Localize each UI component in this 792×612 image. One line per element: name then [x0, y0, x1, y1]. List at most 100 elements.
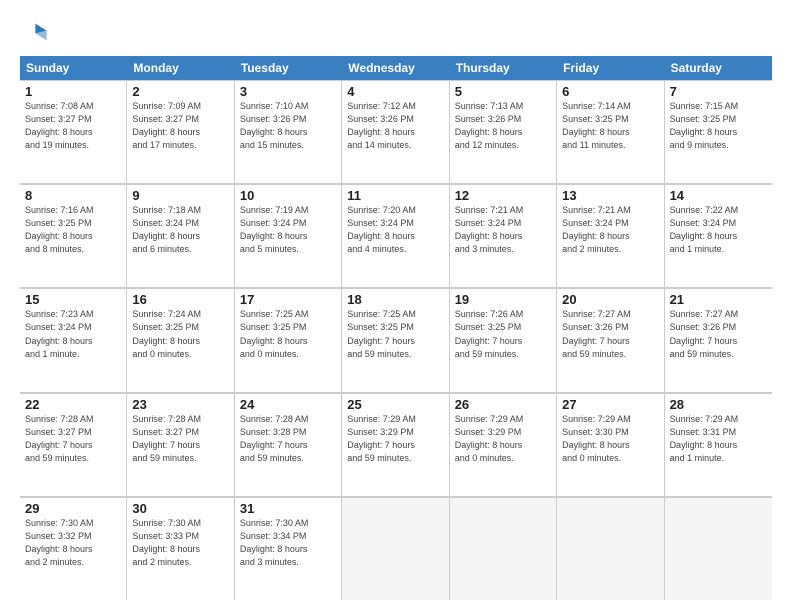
day-number: 27	[562, 397, 658, 412]
calendar-cell: 4Sunrise: 7:12 AMSunset: 3:26 PMDaylight…	[342, 80, 449, 183]
day-info: Sunrise: 7:21 AMSunset: 3:24 PMDaylight:…	[562, 204, 658, 256]
header-day: Friday	[557, 56, 664, 80]
day-info: Sunrise: 7:30 AMSunset: 3:34 PMDaylight:…	[240, 517, 336, 569]
calendar-cell: 5Sunrise: 7:13 AMSunset: 3:26 PMDaylight…	[450, 80, 557, 183]
day-info: Sunrise: 7:16 AMSunset: 3:25 PMDaylight:…	[25, 204, 121, 256]
calendar-cell: 29Sunrise: 7:30 AMSunset: 3:32 PMDayligh…	[20, 497, 127, 600]
logo-icon	[20, 18, 48, 46]
day-info: Sunrise: 7:19 AMSunset: 3:24 PMDaylight:…	[240, 204, 336, 256]
calendar-week: 8Sunrise: 7:16 AMSunset: 3:25 PMDaylight…	[20, 184, 772, 288]
calendar-header: SundayMondayTuesdayWednesdayThursdayFrid…	[20, 56, 772, 80]
calendar-cell: 9Sunrise: 7:18 AMSunset: 3:24 PMDaylight…	[127, 184, 234, 287]
header-day: Saturday	[665, 56, 772, 80]
day-info: Sunrise: 7:26 AMSunset: 3:25 PMDaylight:…	[455, 308, 551, 360]
calendar-cell: 1Sunrise: 7:08 AMSunset: 3:27 PMDaylight…	[20, 80, 127, 183]
calendar-cell: 19Sunrise: 7:26 AMSunset: 3:25 PMDayligh…	[450, 288, 557, 391]
day-info: Sunrise: 7:12 AMSunset: 3:26 PMDaylight:…	[347, 100, 443, 152]
header-day: Sunday	[20, 56, 127, 80]
day-number: 13	[562, 188, 658, 203]
calendar-cell: 14Sunrise: 7:22 AMSunset: 3:24 PMDayligh…	[665, 184, 772, 287]
day-info: Sunrise: 7:25 AMSunset: 3:25 PMDaylight:…	[347, 308, 443, 360]
day-number: 8	[25, 188, 121, 203]
calendar-cell: 3Sunrise: 7:10 AMSunset: 3:26 PMDaylight…	[235, 80, 342, 183]
calendar-cell: 11Sunrise: 7:20 AMSunset: 3:24 PMDayligh…	[342, 184, 449, 287]
calendar-week: 22Sunrise: 7:28 AMSunset: 3:27 PMDayligh…	[20, 393, 772, 497]
day-info: Sunrise: 7:22 AMSunset: 3:24 PMDaylight:…	[670, 204, 767, 256]
day-number: 28	[670, 397, 767, 412]
calendar-cell	[665, 497, 772, 600]
day-number: 5	[455, 84, 551, 99]
day-info: Sunrise: 7:27 AMSunset: 3:26 PMDaylight:…	[670, 308, 767, 360]
calendar-cell: 18Sunrise: 7:25 AMSunset: 3:25 PMDayligh…	[342, 288, 449, 391]
header-day: Tuesday	[235, 56, 342, 80]
calendar-cell: 26Sunrise: 7:29 AMSunset: 3:29 PMDayligh…	[450, 393, 557, 496]
day-number: 26	[455, 397, 551, 412]
calendar: SundayMondayTuesdayWednesdayThursdayFrid…	[20, 56, 772, 600]
calendar-week: 1Sunrise: 7:08 AMSunset: 3:27 PMDaylight…	[20, 80, 772, 184]
calendar-cell: 13Sunrise: 7:21 AMSunset: 3:24 PMDayligh…	[557, 184, 664, 287]
day-info: Sunrise: 7:28 AMSunset: 3:27 PMDaylight:…	[25, 413, 121, 465]
day-number: 30	[132, 501, 228, 516]
calendar-cell: 7Sunrise: 7:15 AMSunset: 3:25 PMDaylight…	[665, 80, 772, 183]
calendar-week: 29Sunrise: 7:30 AMSunset: 3:32 PMDayligh…	[20, 497, 772, 600]
day-info: Sunrise: 7:24 AMSunset: 3:25 PMDaylight:…	[132, 308, 228, 360]
day-info: Sunrise: 7:29 AMSunset: 3:29 PMDaylight:…	[347, 413, 443, 465]
calendar-cell: 28Sunrise: 7:29 AMSunset: 3:31 PMDayligh…	[665, 393, 772, 496]
day-info: Sunrise: 7:21 AMSunset: 3:24 PMDaylight:…	[455, 204, 551, 256]
day-info: Sunrise: 7:30 AMSunset: 3:33 PMDaylight:…	[132, 517, 228, 569]
day-number: 20	[562, 292, 658, 307]
day-info: Sunrise: 7:13 AMSunset: 3:26 PMDaylight:…	[455, 100, 551, 152]
day-info: Sunrise: 7:25 AMSunset: 3:25 PMDaylight:…	[240, 308, 336, 360]
day-number: 23	[132, 397, 228, 412]
day-number: 31	[240, 501, 336, 516]
day-info: Sunrise: 7:15 AMSunset: 3:25 PMDaylight:…	[670, 100, 767, 152]
day-info: Sunrise: 7:27 AMSunset: 3:26 PMDaylight:…	[562, 308, 658, 360]
calendar-cell	[450, 497, 557, 600]
day-info: Sunrise: 7:23 AMSunset: 3:24 PMDaylight:…	[25, 308, 121, 360]
calendar-cell: 16Sunrise: 7:24 AMSunset: 3:25 PMDayligh…	[127, 288, 234, 391]
day-number: 24	[240, 397, 336, 412]
day-number: 18	[347, 292, 443, 307]
day-number: 2	[132, 84, 228, 99]
day-info: Sunrise: 7:28 AMSunset: 3:28 PMDaylight:…	[240, 413, 336, 465]
day-info: Sunrise: 7:20 AMSunset: 3:24 PMDaylight:…	[347, 204, 443, 256]
day-info: Sunrise: 7:30 AMSunset: 3:32 PMDaylight:…	[25, 517, 121, 569]
calendar-cell: 12Sunrise: 7:21 AMSunset: 3:24 PMDayligh…	[450, 184, 557, 287]
header-day: Wednesday	[342, 56, 449, 80]
page: SundayMondayTuesdayWednesdayThursdayFrid…	[0, 0, 792, 612]
calendar-week: 15Sunrise: 7:23 AMSunset: 3:24 PMDayligh…	[20, 288, 772, 392]
day-number: 1	[25, 84, 121, 99]
header-day: Thursday	[450, 56, 557, 80]
day-number: 10	[240, 188, 336, 203]
day-number: 29	[25, 501, 121, 516]
day-number: 11	[347, 188, 443, 203]
calendar-cell: 24Sunrise: 7:28 AMSunset: 3:28 PMDayligh…	[235, 393, 342, 496]
day-info: Sunrise: 7:18 AMSunset: 3:24 PMDaylight:…	[132, 204, 228, 256]
calendar-cell: 10Sunrise: 7:19 AMSunset: 3:24 PMDayligh…	[235, 184, 342, 287]
day-number: 15	[25, 292, 121, 307]
calendar-cell: 31Sunrise: 7:30 AMSunset: 3:34 PMDayligh…	[235, 497, 342, 600]
day-number: 6	[562, 84, 658, 99]
day-number: 25	[347, 397, 443, 412]
day-number: 14	[670, 188, 767, 203]
day-info: Sunrise: 7:08 AMSunset: 3:27 PMDaylight:…	[25, 100, 121, 152]
calendar-cell: 6Sunrise: 7:14 AMSunset: 3:25 PMDaylight…	[557, 80, 664, 183]
day-info: Sunrise: 7:28 AMSunset: 3:27 PMDaylight:…	[132, 413, 228, 465]
calendar-cell: 17Sunrise: 7:25 AMSunset: 3:25 PMDayligh…	[235, 288, 342, 391]
day-info: Sunrise: 7:09 AMSunset: 3:27 PMDaylight:…	[132, 100, 228, 152]
day-number: 19	[455, 292, 551, 307]
day-number: 16	[132, 292, 228, 307]
day-info: Sunrise: 7:10 AMSunset: 3:26 PMDaylight:…	[240, 100, 336, 152]
day-info: Sunrise: 7:29 AMSunset: 3:31 PMDaylight:…	[670, 413, 767, 465]
calendar-cell: 22Sunrise: 7:28 AMSunset: 3:27 PMDayligh…	[20, 393, 127, 496]
day-info: Sunrise: 7:29 AMSunset: 3:29 PMDaylight:…	[455, 413, 551, 465]
calendar-cell: 20Sunrise: 7:27 AMSunset: 3:26 PMDayligh…	[557, 288, 664, 391]
calendar-body: 1Sunrise: 7:08 AMSunset: 3:27 PMDaylight…	[20, 80, 772, 600]
calendar-cell	[557, 497, 664, 600]
day-number: 9	[132, 188, 228, 203]
day-number: 22	[25, 397, 121, 412]
day-number: 3	[240, 84, 336, 99]
calendar-cell: 15Sunrise: 7:23 AMSunset: 3:24 PMDayligh…	[20, 288, 127, 391]
day-number: 17	[240, 292, 336, 307]
calendar-cell: 30Sunrise: 7:30 AMSunset: 3:33 PMDayligh…	[127, 497, 234, 600]
